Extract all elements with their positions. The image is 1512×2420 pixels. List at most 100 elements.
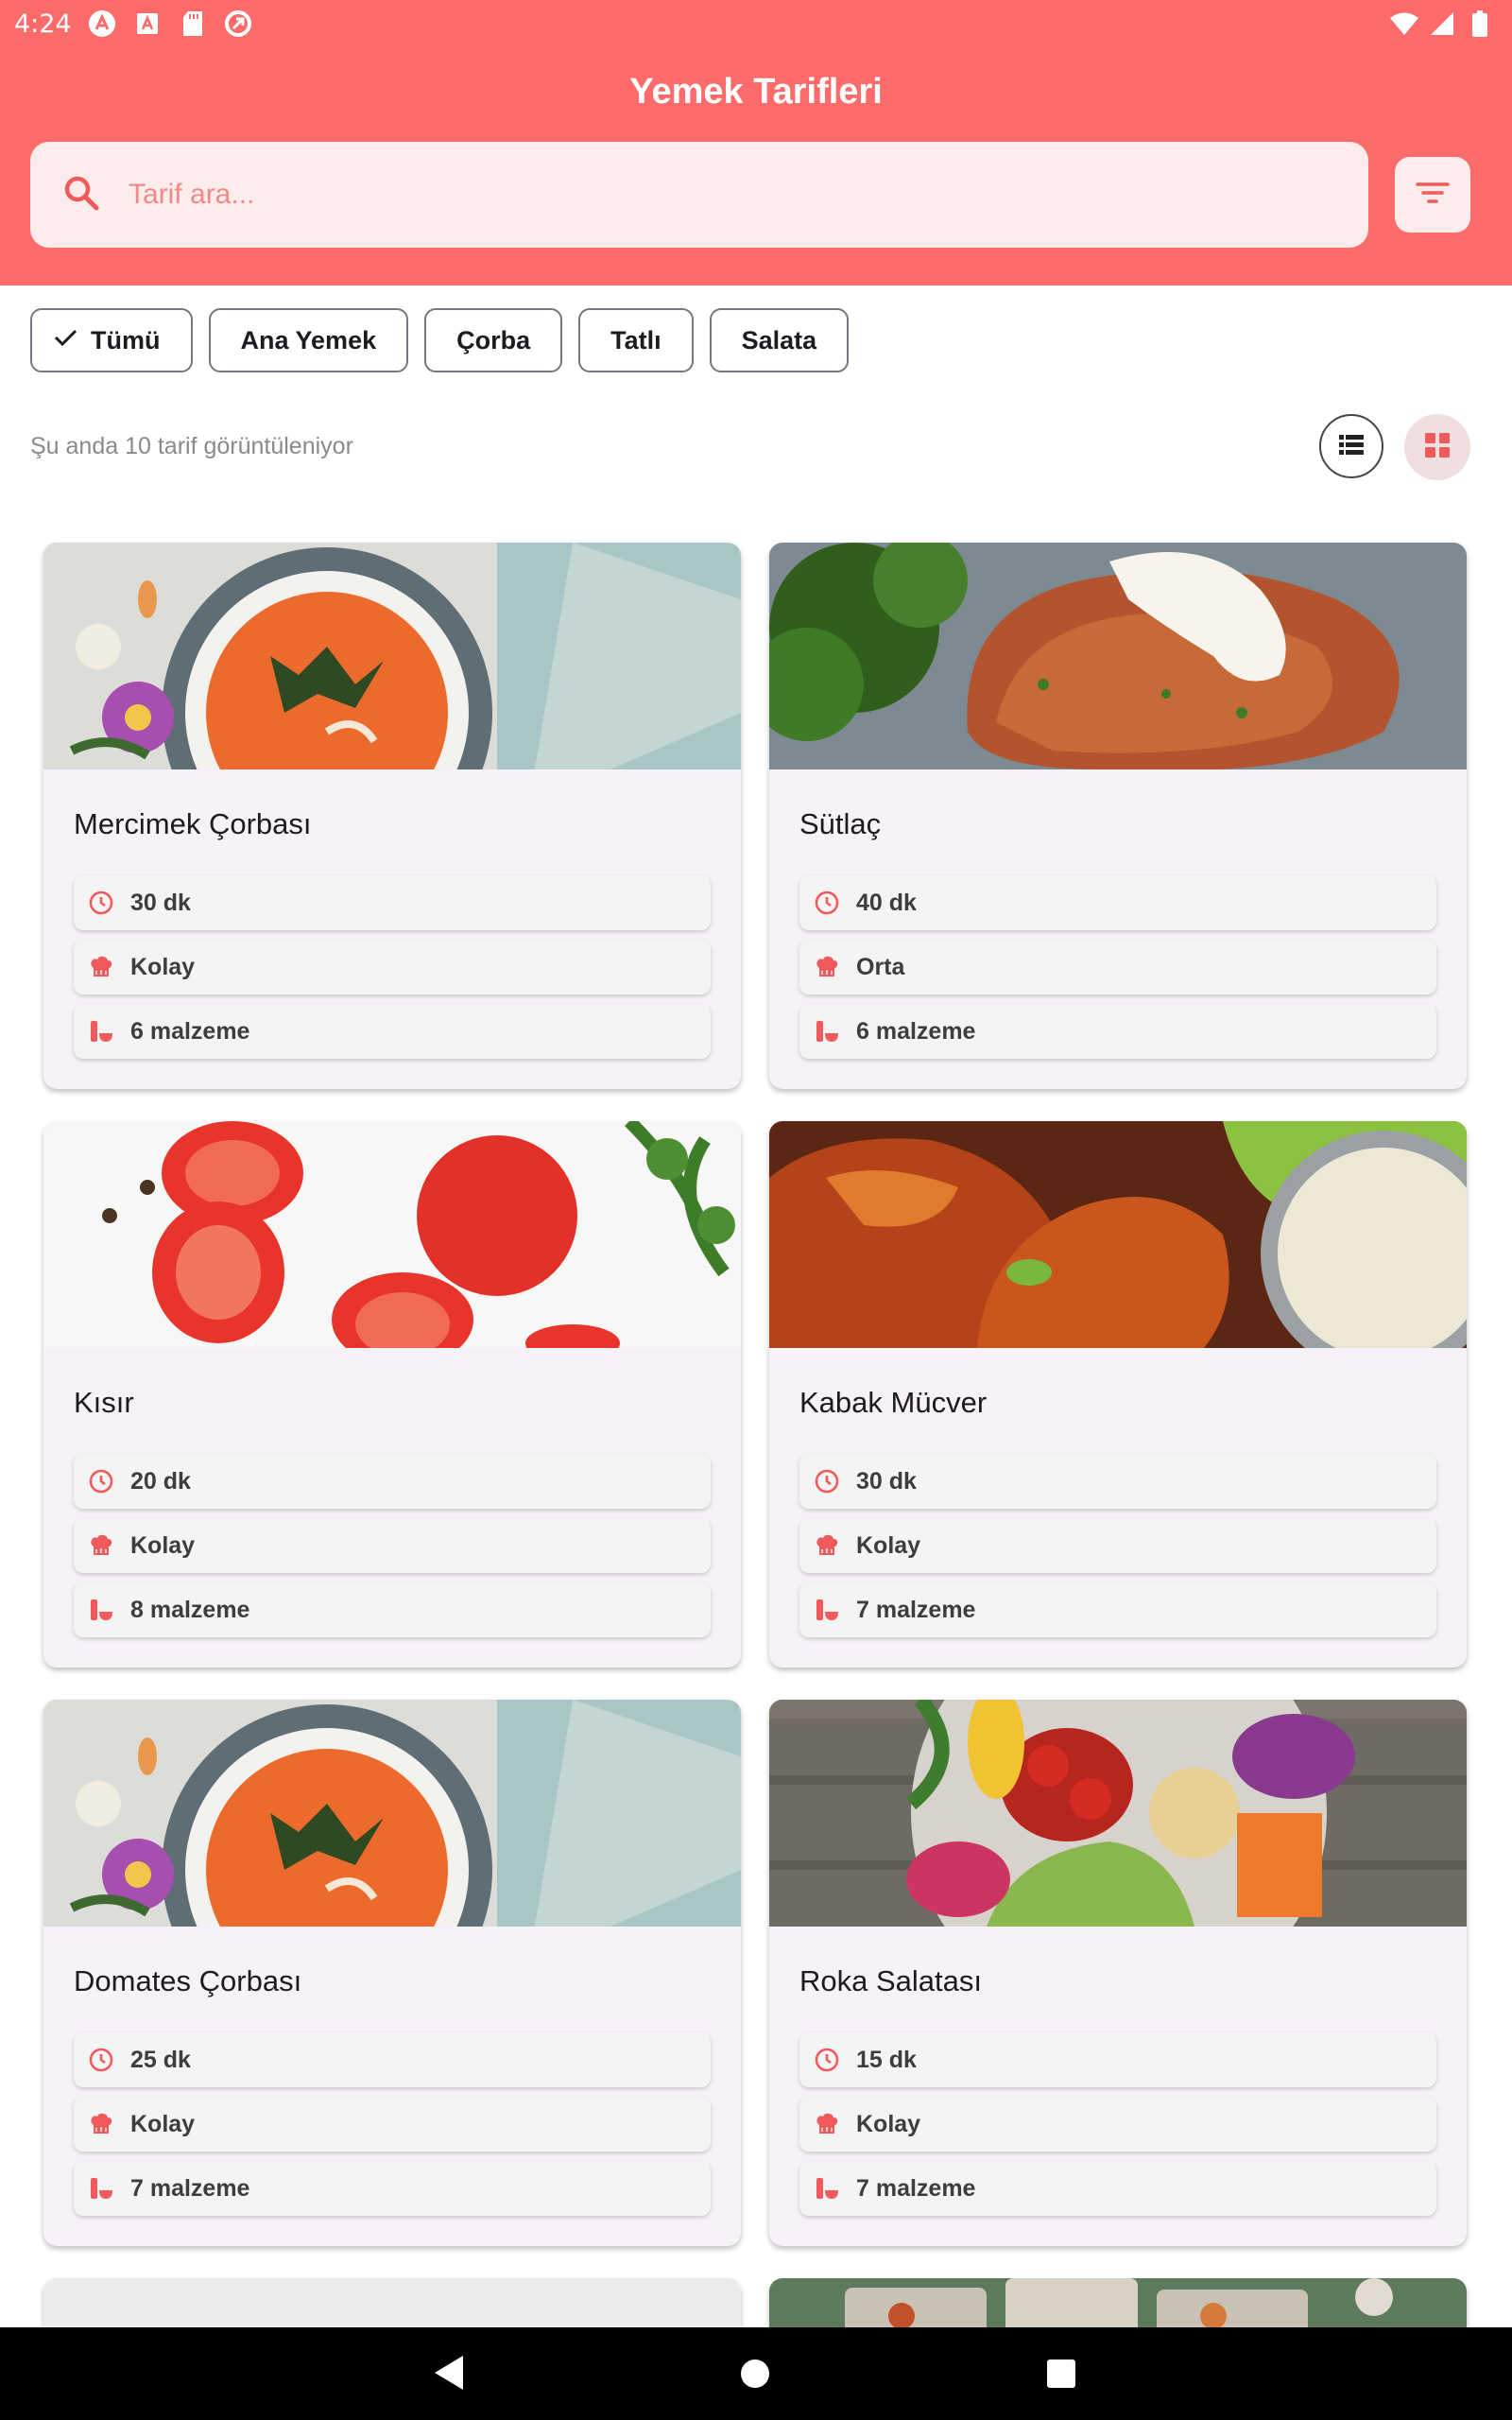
cellular-signal-icon [1427,9,1457,38]
recipe-card[interactable]: Domates Çorbası 25 dk Kolay 7 malzeme [43,1700,741,2246]
list-view-button[interactable] [1319,414,1383,478]
recipe-difficulty-chip: Kolay [74,1518,711,1573]
recipe-ingredients-chip: 6 malzeme [799,1004,1436,1059]
status-time: 4:24 [14,9,72,39]
filter-icon [1414,179,1452,212]
chef-hat-icon [813,1531,841,1560]
recipe-time: 20 dk [130,1467,191,1495]
system-nav-bar [0,2327,1512,2420]
ingredients-icon [87,1017,115,1046]
category-chips: Tümü Ana Yemek Çorba Tatlı Salata [30,308,850,372]
recipe-time: 25 dk [130,2046,191,2073]
sd-card-icon [178,9,208,38]
status-bar: 4:24 [0,0,1512,47]
recipe-difficulty-chip: Kolay [74,940,711,994]
recipe-time-chip: 25 dk [74,2032,711,2087]
recipe-count-text: Şu anda 10 tarif görüntüleniyor [30,433,353,459]
clock-icon [87,2046,115,2074]
chip-label: Çorba [456,325,531,354]
back-icon[interactable] [433,2354,465,2396]
search-icon [59,170,106,217]
recipe-time-chip: 20 dk [74,1454,711,1509]
recipe-ingredients: 6 malzeme [130,1017,250,1045]
meat-image [769,543,1467,769]
chip-main-dish[interactable]: Ana Yemek [208,308,409,372]
recipe-ingredients: 8 malzeme [130,1596,250,1623]
font-notification-icon [132,9,163,38]
soup-image [43,1700,741,1927]
recipe-time: 15 dk [856,2046,917,2073]
recipe-ingredients: 6 malzeme [856,1017,976,1045]
recipe-title: Kabak Mücver [799,1386,988,1419]
recipe-card[interactable]: Sütlaç 40 dk Orta 6 malzeme [769,543,1467,1089]
recipe-time: 30 dk [130,889,191,916]
recipe-card[interactable]: Mercimek Çorbası 30 dk Kolay 6 malzeme [43,543,741,1089]
home-icon[interactable] [741,2360,769,2388]
recipe-difficulty: Kolay [856,1531,921,1559]
recipe-ingredients-chip: 7 malzeme [799,1582,1436,1637]
recipe-title: Kısır [74,1386,134,1419]
chef-hat-icon [813,953,841,981]
recipe-title: Mercimek Çorbası [74,807,312,840]
recipe-time-chip: 30 dk [74,875,711,930]
recipe-ingredients: 7 malzeme [856,2174,976,2202]
clock-icon [813,2046,841,2074]
clock-icon [87,1467,115,1495]
check-icon [51,323,79,358]
recipe-ingredients-chip: 7 malzeme [74,2161,711,2216]
recipe-title: Domates Çorbası [74,1964,302,1997]
app-title: Yemek Tarifleri [629,72,883,112]
recipe-title: Sütlaç [799,807,882,840]
grid-view-button[interactable] [1404,414,1470,480]
recipe-card[interactable]: Roka Salatası 15 dk Kolay 7 malzeme [769,1700,1467,2246]
recipe-title: Roka Salatası [799,1964,982,1997]
recipe-difficulty-chip: Kolay [799,1518,1436,1573]
list-view-icon [1337,432,1366,461]
chip-soup[interactable]: Çorba [424,308,563,372]
recipe-card[interactable]: Kabak Mücver 30 dk Kolay 7 malzeme [769,1121,1467,1668]
ingredients-icon [87,2174,115,2203]
recipe-time-chip: 40 dk [799,875,1436,930]
chip-salad[interactable]: Salata [709,308,850,372]
ingredients-icon [813,1596,841,1624]
chicken-image [769,1121,1467,1348]
chip-label: Ana Yemek [240,325,377,354]
search-bar[interactable] [30,142,1368,248]
recipe-card[interactable]: Kısır 20 dk Kolay 8 malzeme [43,1121,741,1668]
chip-label: Salata [741,325,817,354]
chef-hat-icon [87,2110,115,2138]
recipe-difficulty: Orta [856,953,905,980]
clock-icon [813,889,841,917]
ingredients-icon [813,2174,841,2203]
app-notification-icon [87,9,117,38]
chef-hat-icon [87,953,115,981]
recipe-difficulty: Kolay [130,953,196,980]
recipe-ingredients: 7 malzeme [130,2174,250,2202]
battery-icon [1465,9,1495,38]
recipe-difficulty: Kolay [856,2110,921,2137]
chef-hat-icon [87,1531,115,1560]
clock-icon [813,1467,841,1495]
clock-icon [87,889,115,917]
soup-image [43,543,741,769]
tomato-image [43,1121,741,1348]
recipe-time: 30 dk [856,1467,917,1495]
recipe-ingredients-chip: 6 malzeme [74,1004,711,1059]
wifi-icon [1389,9,1419,38]
search-input[interactable] [129,142,1338,248]
grid-view-icon [1424,432,1451,463]
chip-label: Tümü [91,325,161,354]
filter-button[interactable] [1395,157,1470,233]
chip-all[interactable]: Tümü [30,308,193,372]
recipe-ingredients-chip: 8 malzeme [74,1582,711,1637]
salad-image [769,1700,1467,1927]
chip-dessert[interactable]: Tatlı [578,308,694,372]
ingredients-icon [87,1596,115,1624]
recipe-time-chip: 30 dk [799,1454,1436,1509]
recipe-difficulty: Kolay [130,1531,196,1559]
recents-icon[interactable] [1047,2360,1075,2388]
recipe-difficulty-chip: Kolay [74,2097,711,2152]
recipe-time-chip: 15 dk [799,2032,1436,2087]
data-saver-icon [223,9,253,38]
recipe-difficulty-chip: Orta [799,940,1436,994]
